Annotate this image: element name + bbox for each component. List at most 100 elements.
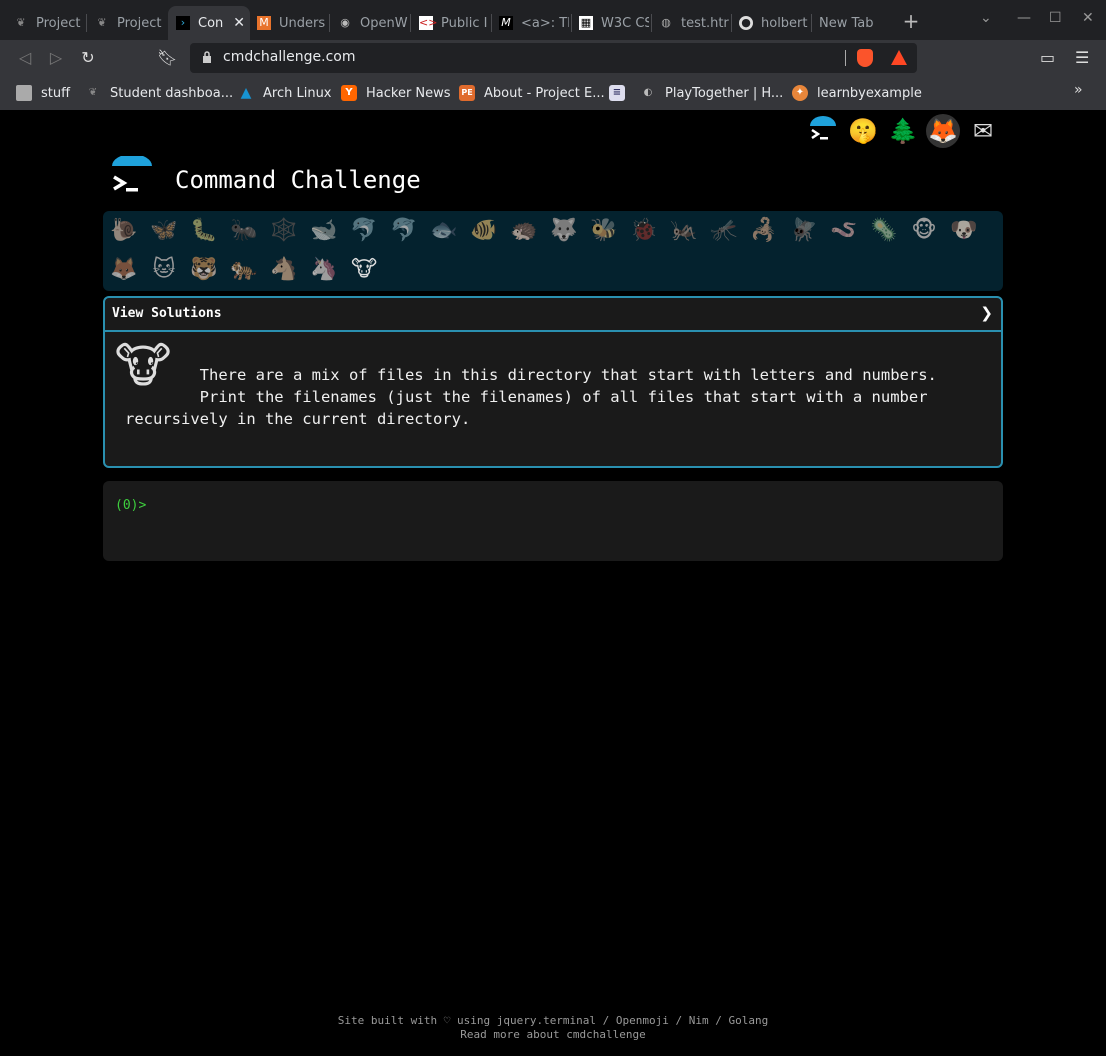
feather-icon: ❦ xyxy=(88,87,98,98)
tab-project-1[interactable]: ❦ Project xyxy=(14,6,84,40)
animal-scorpion-icon[interactable]: 🦂 xyxy=(747,214,781,248)
bookmark-student-dashboard[interactable]: ❦ Student dashboa... xyxy=(85,84,233,102)
animal-cat-icon[interactable]: 🐱 xyxy=(147,253,181,287)
animal-worm-icon[interactable]: 🪱 xyxy=(827,214,861,248)
wallet-icon[interactable]: ▭ xyxy=(1040,48,1055,67)
terminal[interactable]: (0)> xyxy=(103,481,1003,561)
animal-cricket-icon[interactable]: 🦗 xyxy=(667,214,701,248)
footer: Site built with ♡ using jquery.terminal … xyxy=(0,1014,1106,1042)
reload-icon[interactable]: ↻ xyxy=(78,48,98,68)
terminal-cursor xyxy=(146,499,154,513)
bookmark-icon[interactable]: 🔖︎ xyxy=(157,48,177,68)
animal-fly-icon[interactable]: 🪰 xyxy=(787,214,821,248)
minimize-icon[interactable]: — xyxy=(1017,10,1031,26)
menu-icon[interactable]: ☰ xyxy=(1075,48,1089,67)
tab-openw[interactable]: ◉ OpenW xyxy=(338,6,408,40)
animal-snail-icon[interactable]: 🐌 xyxy=(107,214,141,248)
tab-test[interactable]: ◍ test.htr xyxy=(659,6,729,40)
github-icon: ● xyxy=(739,16,753,30)
envelope-icon[interactable]: ✉ xyxy=(966,114,1000,148)
tree-icon[interactable]: 🌲 xyxy=(886,114,920,148)
feather-icon: ❦ xyxy=(97,16,107,29)
folder-icon xyxy=(16,85,32,101)
animal-caterpillar-icon[interactable]: 🐛 xyxy=(187,214,221,248)
forward-icon[interactable]: ▷ xyxy=(46,48,66,68)
animal-mosquito-icon[interactable]: 🦟 xyxy=(707,214,741,248)
tab-project-2[interactable]: ❦ Project xyxy=(95,6,165,40)
brave-rewards-icon[interactable] xyxy=(891,50,907,65)
terminal-prompt[interactable]: (0)> xyxy=(115,498,154,513)
animal-fish-icon[interactable]: 🐟 xyxy=(427,214,461,248)
tab-holbert[interactable]: ● holbert xyxy=(739,6,809,40)
bookmark-learnbyexample[interactable]: ✦ learnbyexample xyxy=(792,84,922,102)
bookmark-stuff[interactable]: stuff xyxy=(16,84,70,102)
animal-horse-icon[interactable]: 🐴 xyxy=(267,253,301,287)
animal-dog-icon[interactable]: 🐶 xyxy=(947,214,981,248)
radio-icon: ◉ xyxy=(340,16,350,29)
tab-mdn[interactable]: M<a>: Th xyxy=(499,6,569,40)
gitlab-icon[interactable]: 🦊 xyxy=(926,114,960,148)
address-bar[interactable]: cmdchallenge.com xyxy=(190,43,917,73)
bookmark-playtogether[interactable]: ◐ PlayTogether | H... xyxy=(640,84,784,102)
challenge-panel: View Solutions ❯ 🐮 There are a mix of fi… xyxy=(103,296,1003,468)
doc-icon: ≡ xyxy=(609,85,625,101)
animal-tiger-icon[interactable]: 🐯 xyxy=(187,253,221,287)
tab-bar: ❦ Project ❦ Project › Con ✕ M Unders ◉ OpenW <… xyxy=(0,0,1106,40)
bookmark-doc[interactable]: ≡ xyxy=(609,84,634,102)
url-text: cmdchallenge.com xyxy=(223,49,356,65)
animal-wolf-icon[interactable]: 🐺 xyxy=(547,214,581,248)
view-solutions-toggle[interactable]: View Solutions ❯ xyxy=(105,298,1001,332)
brave-shields-icon[interactable] xyxy=(857,49,873,67)
tab-new[interactable]: New Tab xyxy=(819,6,889,40)
code-icon: <> xyxy=(419,16,438,30)
arch-icon: ▲ xyxy=(240,85,252,101)
animal-cow-icon[interactable]: 🐮 xyxy=(347,253,381,287)
animal-unicorn-icon[interactable]: 🦄 xyxy=(307,253,341,287)
terminal-icon: › xyxy=(176,16,190,30)
animal-dolphin-2-icon[interactable]: 🐬 xyxy=(387,214,421,248)
chevron-right-icon: ❯ xyxy=(980,304,993,322)
animal-bee-icon[interactable]: 🐝 xyxy=(587,214,621,248)
page-title: Command Challenge xyxy=(175,166,421,194)
animal-butterfly-icon[interactable]: 🦋 xyxy=(147,214,181,248)
shush-face-icon[interactable]: 🤫 xyxy=(846,114,880,148)
tab-w3c[interactable]: ▦ W3C CS xyxy=(579,6,649,40)
lbe-icon: ✦ xyxy=(792,85,808,101)
animal-microbe-icon[interactable]: 🦠 xyxy=(867,214,901,248)
animal-tiger-2-icon[interactable]: 🐅 xyxy=(227,253,261,287)
site-logo-icon xyxy=(112,156,152,192)
animal-ladybug-icon[interactable]: 🐞 xyxy=(627,214,661,248)
tab-unders[interactable]: M Unders xyxy=(257,6,327,40)
bookmark-arch-linux[interactable]: ▲ Arch Linux xyxy=(238,84,332,102)
footer-credits: Site built with ♡ using jquery.terminal … xyxy=(337,1014,769,1027)
game-icon: ◐ xyxy=(643,87,653,98)
back-icon[interactable]: ◁ xyxy=(15,48,35,68)
animal-spider-web-icon[interactable]: 🕸️ xyxy=(267,214,301,248)
tab-search-icon[interactable]: ⌄ xyxy=(980,10,992,26)
pe-icon: PE xyxy=(459,85,475,101)
close-tab-icon[interactable]: ✕ xyxy=(233,15,245,31)
animal-dolphin-icon[interactable]: 🐬 xyxy=(347,214,381,248)
animal-ant-icon[interactable]: 🐜 xyxy=(227,214,261,248)
bookmark-hacker-news[interactable]: Y Hacker News xyxy=(341,84,451,102)
close-window-icon[interactable]: ✕ xyxy=(1082,10,1094,26)
footer-read-more-link[interactable]: Read more about cmdchallenge xyxy=(0,1028,1106,1042)
y-icon: Y xyxy=(341,85,357,101)
animal-monkey-icon[interactable]: 🐵 xyxy=(907,214,941,248)
bookmark-project-euler[interactable]: PE About - Project E... xyxy=(459,84,605,102)
feather-icon: ❦ xyxy=(16,16,26,29)
lock-icon xyxy=(203,51,211,63)
tab-cmdchallenge[interactable]: › Con ✕ xyxy=(168,6,250,40)
new-tab-icon[interactable]: + xyxy=(900,10,922,32)
animal-whale-icon[interactable]: 🐋 xyxy=(307,214,341,248)
terminal-logo-icon[interactable] xyxy=(806,114,840,148)
tab-public[interactable]: <> Public I xyxy=(419,6,489,40)
globe-icon: ◍ xyxy=(661,16,671,29)
maximize-icon[interactable]: ☐ xyxy=(1049,10,1062,26)
challenge-text: There are a mix of files in this directo… xyxy=(125,366,937,428)
animal-fox-icon[interactable]: 🦊 xyxy=(107,253,141,287)
more-bookmarks-icon[interactable]: » xyxy=(1074,82,1083,98)
animal-tropical-fish-icon[interactable]: 🐠 xyxy=(467,214,501,248)
animal-hedgehog-icon[interactable]: 🦔 xyxy=(507,214,541,248)
w3c-icon: ▦ xyxy=(579,16,593,30)
